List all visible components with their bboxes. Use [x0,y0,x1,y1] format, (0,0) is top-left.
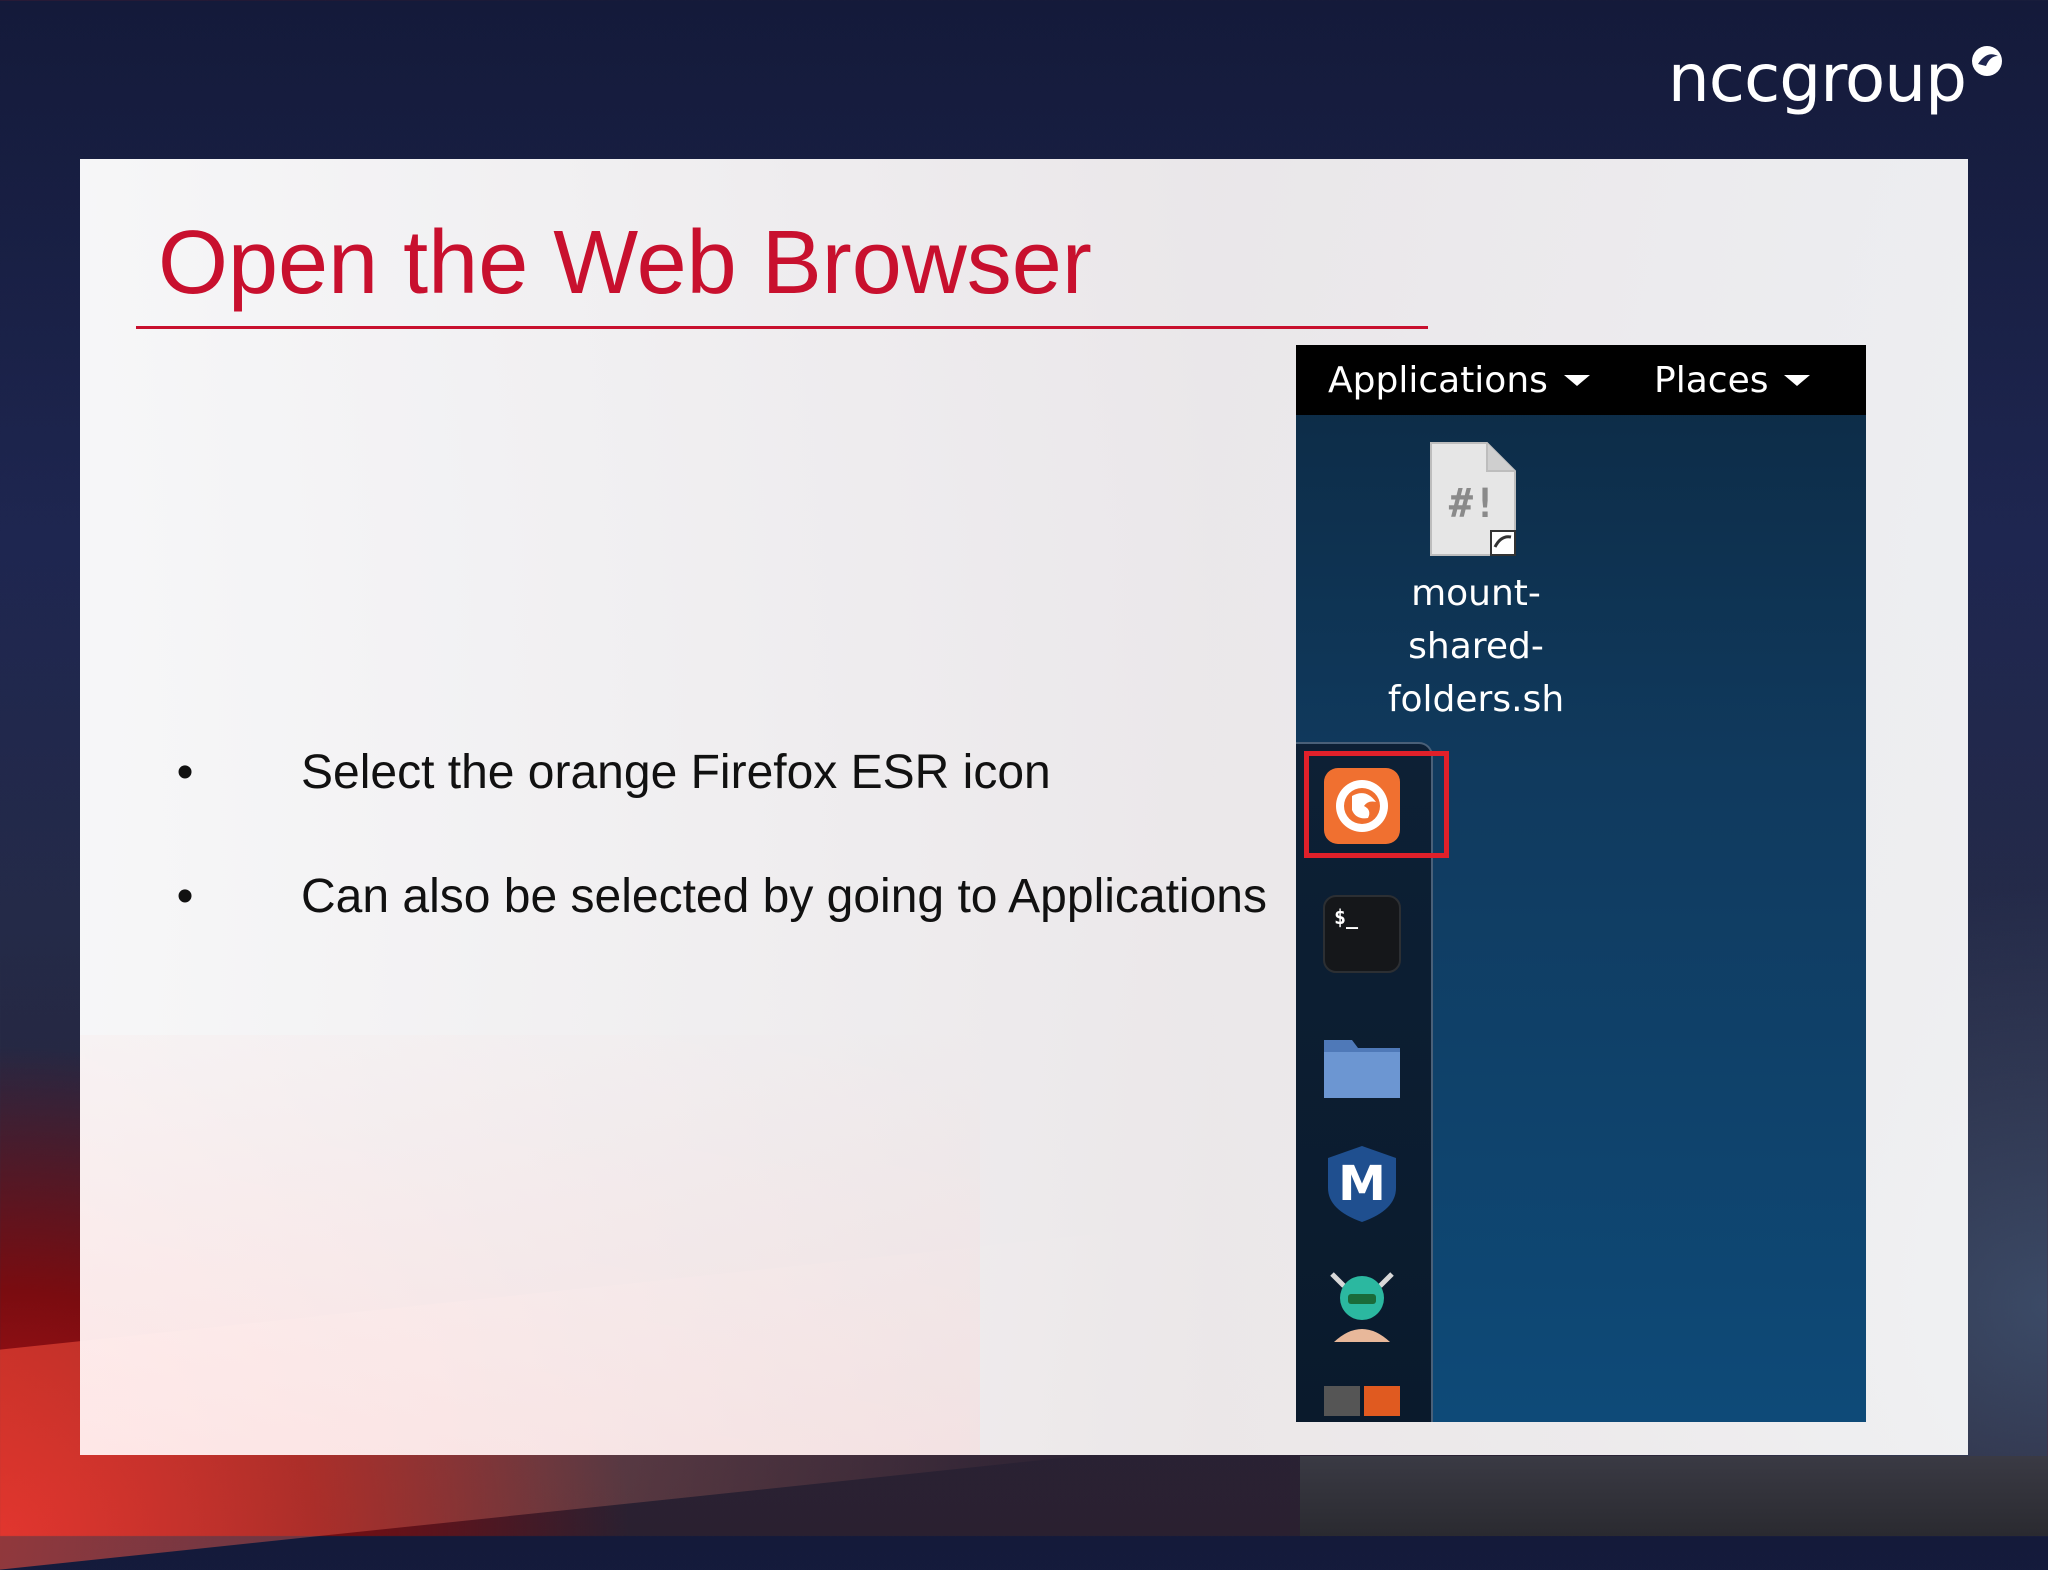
logo-swirl-icon [1972,46,2002,76]
partial-app-icon[interactable] [1322,1384,1402,1422]
top-panel: Applications Places [1296,345,1866,415]
bullet-text: Can also be selected by going to Applica… [301,869,1267,923]
metasploit-glyph: M [1338,1156,1386,1212]
places-menu[interactable]: Places [1654,359,1811,401]
applications-menu-label: Applications [1328,359,1548,401]
background-road [1300,1456,2048,1536]
desktop-file-label[interactable]: mount- shared- folders.sh [1356,567,1596,726]
terminal-icon[interactable]: $_ [1322,894,1402,974]
file-label-line: folders.sh [1387,679,1565,720]
nccgroup-logo: nccgroup [1668,40,2004,130]
title-underline [136,326,1428,329]
script-file-icon[interactable]: #! [1425,439,1521,559]
armitage-icon[interactable] [1322,1264,1402,1344]
firefox-highlight-box [1304,751,1449,858]
bullet-item: • Can also be selected by going to Appli… [155,868,1267,926]
file-label-line: mount- [1411,573,1541,614]
chevron-down-icon [1563,374,1590,386]
script-glyph: #! [1449,481,1497,527]
files-folder-icon[interactable] [1322,1024,1402,1104]
places-menu-label: Places [1654,359,1769,401]
bullet-list: • Select the orange Firefox ESR icon • C… [155,744,1267,991]
slide-title: Open the Web Browser [158,213,1092,313]
bullet-marker: • [176,869,194,923]
bullet-item: • Select the orange Firefox ESR icon [155,744,1267,802]
chevron-down-icon [1784,374,1811,386]
bullet-marker: • [176,746,194,799]
logo-text: nccgroup [1667,40,1967,117]
bullet-text: Select the orange Firefox ESR icon [301,746,1051,799]
file-label-line: shared- [1408,626,1544,667]
terminal-prompt-glyph: $_ [1334,905,1359,929]
applications-menu[interactable]: Applications [1328,360,1590,401]
metasploit-icon[interactable]: M [1322,1144,1402,1224]
kali-desktop-screenshot: Applications Places #! mount- shared- fo… [1296,345,1866,1422]
